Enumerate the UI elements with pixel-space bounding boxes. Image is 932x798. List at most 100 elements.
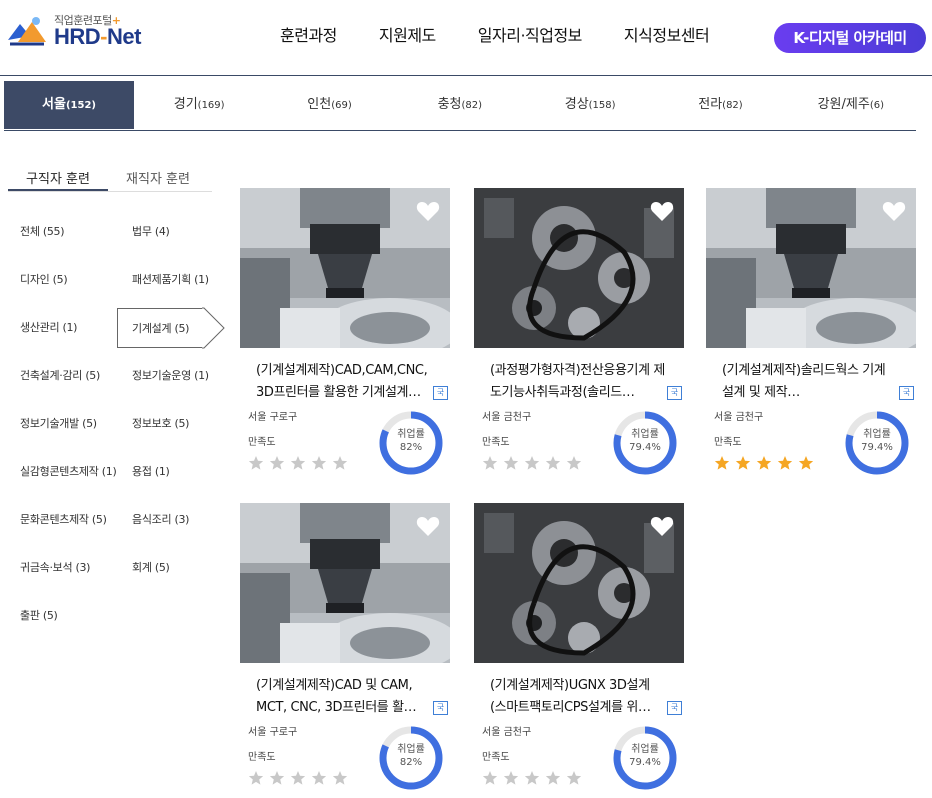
- course-card[interactable]: (기계설계제작)CAD,CAM,CNC, 3D프린터를 활용한 기계설계… 국 서울…: [240, 188, 450, 478]
- region-tab-count: (169): [197, 100, 225, 111]
- region-tab-label: 인천: [307, 97, 332, 112]
- employment-rate-value: 79.4%: [629, 442, 661, 453]
- category-item[interactable]: 법무 (4): [132, 212, 170, 252]
- satisfaction-label: 만족도: [482, 752, 510, 763]
- favorite-heart-icon[interactable]: [416, 515, 440, 537]
- region-tab-6[interactable]: 강원/제주(6): [786, 81, 916, 129]
- category-item[interactable]: 음식조리 (3): [132, 500, 189, 540]
- star-empty-icon: [269, 456, 285, 470]
- star-empty-icon: [503, 771, 519, 785]
- course-title[interactable]: (과정평가형자격)전산응용기계 제도기능사취득과정(솔리드…: [490, 360, 668, 404]
- employment-rate-value: 79.4%: [861, 442, 893, 453]
- category-item[interactable]: 귀금속·보석 (3): [20, 548, 90, 588]
- region-tab-2[interactable]: 인천(69): [264, 81, 394, 129]
- employment-rate-label: 취업률: [631, 744, 659, 755]
- employment-rate-value: 82%: [399, 757, 423, 768]
- employment-rate-label: 취업률: [397, 429, 425, 440]
- star-empty-icon: [248, 771, 264, 785]
- region-tab-5[interactable]: 전라(82): [655, 81, 785, 129]
- star-filled-icon: [798, 456, 814, 470]
- star-empty-icon: [524, 771, 540, 785]
- region-tab-label: 전라: [698, 97, 723, 112]
- category-item[interactable]: 디자인 (5): [20, 260, 68, 300]
- star-empty-icon: [290, 456, 306, 470]
- course-card[interactable]: (과정평가형자격)전산응용기계 제도기능사취득과정(솔리드… 국 서울 금천구 만족도…: [474, 188, 684, 478]
- category-item[interactable]: 건축설계·감리 (5): [20, 356, 100, 396]
- tab-job-seeker-training[interactable]: 구직자 훈련: [8, 168, 108, 191]
- course-location: 서울 구로구: [248, 727, 298, 738]
- site-header: 직업훈련포털+ HRD-Net 훈련과정 지원제도 일자리·직업정보 지식정보센…: [0, 0, 932, 76]
- main-nav: 훈련과정 지원제도 일자리·직업정보 지식정보센터: [280, 22, 751, 46]
- favorite-heart-icon[interactable]: [650, 515, 674, 537]
- employment-rate: 취업률 82%: [378, 428, 444, 454]
- star-empty-icon: [332, 456, 348, 470]
- category-item[interactable]: 정보기술개발 (5): [20, 404, 97, 444]
- star-filled-icon: [714, 456, 730, 470]
- nav-support-system[interactable]: 지원제도: [379, 22, 436, 46]
- national-badge: 국: [667, 701, 682, 715]
- region-tab-count: (6): [869, 100, 884, 111]
- national-badge: 국: [433, 701, 448, 715]
- region-tab-count: (82): [722, 100, 743, 111]
- category-item[interactable]: 생산관리 (1): [20, 308, 77, 348]
- hrd-net-logo[interactable]: 직업훈련포털+ HRD-Net: [6, 8, 166, 52]
- category-item-selected[interactable]: 기계설계 (5): [117, 308, 203, 348]
- region-tab-1[interactable]: 경기(169): [134, 81, 264, 129]
- favorite-heart-icon[interactable]: [882, 200, 906, 222]
- k-digital-academy-button[interactable]: K-디지털 아카데미: [774, 23, 926, 53]
- star-empty-icon: [248, 456, 264, 470]
- region-tab-label: 경상: [564, 97, 589, 112]
- favorite-heart-icon[interactable]: [650, 200, 674, 222]
- category-item[interactable]: 정보보호 (5): [132, 404, 189, 444]
- category-item[interactable]: 출판 (5): [20, 596, 58, 636]
- satisfaction-stars: [482, 770, 587, 786]
- employment-rate: 취업률 79.4%: [844, 428, 910, 454]
- satisfaction-stars: [714, 455, 819, 471]
- region-tabs: 서울(152) 경기(169) 인천(69) 충청(82) 경상(158) 전라(82) 강…: [4, 81, 916, 131]
- star-filled-icon: [777, 456, 793, 470]
- nav-knowledge-center[interactable]: 지식정보센터: [624, 22, 710, 46]
- nav-job-info[interactable]: 일자리·직업정보: [478, 22, 583, 46]
- course-title[interactable]: (기계설계제작)솔리드웍스 기계 설계 및 제작…: [722, 360, 900, 404]
- star-empty-icon: [545, 771, 561, 785]
- star-empty-icon: [503, 456, 519, 470]
- course-title[interactable]: (기계설계제작)UGNX 3D설계 (스마트팩토리CPS설계를 위…: [490, 675, 668, 719]
- nav-training-courses[interactable]: 훈련과정: [280, 22, 337, 46]
- course-location: 서울 금천구: [482, 412, 532, 423]
- employment-rate-label: 취업률: [863, 429, 891, 440]
- course-card[interactable]: (기계설계제작)솔리드웍스 기계 설계 및 제작… 국 서울 금천구 만족도 취업률 79…: [706, 188, 916, 478]
- satisfaction-label: 만족도: [248, 752, 276, 763]
- star-empty-icon: [524, 456, 540, 470]
- star-empty-icon: [482, 771, 498, 785]
- category-item[interactable]: 용접 (1): [132, 452, 170, 492]
- category-item[interactable]: 정보기술운영 (1): [132, 356, 209, 396]
- region-tab-0[interactable]: 서울(152): [4, 81, 134, 129]
- employment-rate-value: 79.4%: [629, 757, 661, 768]
- satisfaction-stars: [482, 455, 587, 471]
- category-item[interactable]: 패션제품기획 (1): [132, 260, 209, 300]
- national-badge: 국: [433, 386, 448, 400]
- employment-rate: 취업률 79.4%: [612, 428, 678, 454]
- logo-mark-icon: [8, 17, 46, 46]
- course-card[interactable]: (기계설계제작)UGNX 3D설계 (스마트팩토리CPS설계를 위… 국서울 금천…: [474, 503, 684, 793]
- tab-employee-training[interactable]: 재직자 훈련: [108, 168, 208, 191]
- favorite-heart-icon[interactable]: [416, 200, 440, 222]
- region-tab-count: (152): [65, 100, 96, 111]
- region-tab-count: (82): [461, 100, 483, 111]
- region-tab-label: 경기: [173, 97, 198, 112]
- region-tab-4[interactable]: 경상(158): [525, 81, 655, 129]
- region-tab-3[interactable]: 충청(82): [395, 81, 525, 129]
- employment-rate: 취업률 82%: [378, 743, 444, 769]
- category-item[interactable]: 실감형콘텐츠제작 (1): [20, 452, 117, 492]
- satisfaction-label: 만족도: [248, 437, 276, 448]
- course-title[interactable]: (기계설계제작)CAD 및 CAM, MCT, CNC, 3D프린터를 활…: [256, 675, 434, 719]
- category-item[interactable]: 문화콘텐츠제작 (5): [20, 500, 107, 540]
- course-card[interactable]: (기계설계제작)CAD 및 CAM, MCT, CNC, 3D프린터를 활… 국서…: [240, 503, 450, 793]
- satisfaction-stars: [248, 455, 353, 471]
- region-tab-label: 서울: [42, 97, 66, 112]
- category-item[interactable]: 회계 (5): [132, 548, 170, 588]
- satisfaction-label: 만족도: [482, 437, 510, 448]
- course-title[interactable]: (기계설계제작)CAD,CAM,CNC, 3D프린터를 활용한 기계설계…: [256, 360, 434, 404]
- category-item[interactable]: 전체 (55): [20, 212, 65, 252]
- course-location: 서울 금천구: [482, 727, 532, 738]
